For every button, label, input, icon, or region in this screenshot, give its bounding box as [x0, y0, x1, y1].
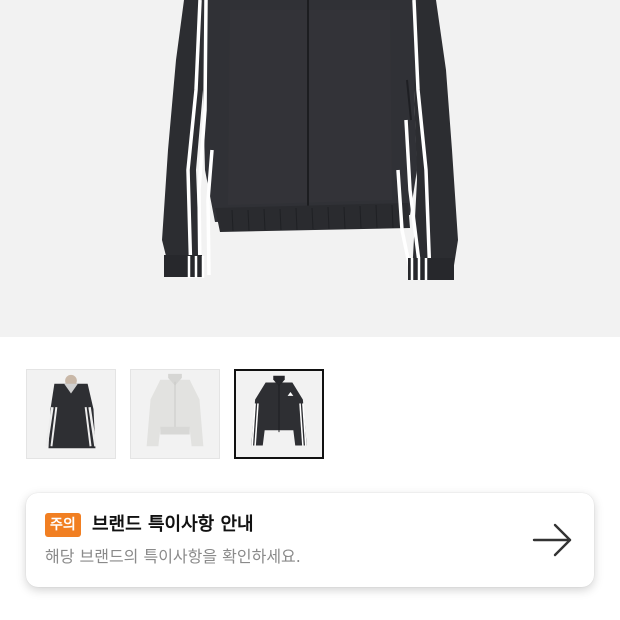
thumbnail-1[interactable] [26, 369, 116, 459]
arrow-right-icon[interactable] [531, 520, 575, 560]
thumbnail-2[interactable] [130, 369, 220, 459]
product-main-image [0, 0, 620, 337]
thumbnail-black-jacket [236, 371, 322, 457]
thumbnail-3[interactable] [234, 369, 324, 459]
track-jacket-black-image [162, 0, 458, 280]
thumbnail-black-jacket-model [27, 370, 115, 458]
thumbnail-white-jacket [131, 370, 219, 458]
brand-notice-card[interactable]: 주의 브랜드 특이사항 안내 해당 브랜드의 특이사항을 확인하세요. [26, 493, 594, 587]
notice-title: 브랜드 특이사항 안내 [92, 514, 254, 535]
caution-badge: 주의 [45, 513, 81, 537]
notice-subtitle: 해당 브랜드의 특이사항을 확인하세요. [45, 547, 301, 566]
